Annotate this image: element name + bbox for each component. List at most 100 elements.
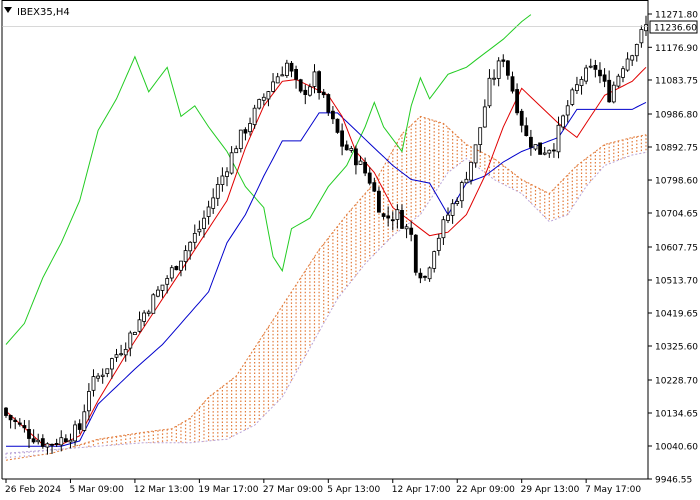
candles (4, 15, 648, 455)
candle (552, 143, 556, 158)
candle (344, 140, 349, 151)
candle-body-bull (271, 81, 276, 92)
candle (321, 88, 326, 98)
candle (96, 372, 100, 382)
candle-body-bull (151, 294, 156, 314)
candle (510, 71, 515, 94)
ichimoku-cloud (5, 115, 647, 461)
candle (501, 54, 506, 68)
candle (390, 211, 395, 231)
y-tick-label: 10986.80 (655, 111, 698, 121)
candle-body-bull (284, 62, 289, 77)
y-tick-label: 11083.75 (655, 76, 698, 86)
y-tick-label: 9946.55 (655, 476, 692, 486)
candle-body-bull (432, 251, 437, 269)
candle (68, 433, 73, 449)
candle-body-bear (386, 215, 391, 219)
candle-body-bear (538, 142, 542, 155)
candle-body-bear (8, 414, 13, 421)
candle-body-bull (570, 89, 575, 105)
y-tick-label: 11271.80 (655, 11, 698, 21)
candle (238, 129, 243, 153)
candle-body-bull (132, 331, 137, 335)
candle (183, 245, 188, 271)
candle-body-bull (110, 358, 114, 370)
candle (275, 72, 280, 84)
candle-body-bull (547, 149, 552, 154)
senkou-span-a-line (5, 115, 647, 461)
candle-body-bear (390, 219, 395, 222)
candle-body-bull (275, 76, 280, 84)
candle (459, 180, 464, 208)
candle (487, 69, 492, 109)
candle-body-bear (409, 227, 414, 235)
candle (105, 368, 110, 378)
candle-body-bear (367, 172, 372, 184)
candle-body-bear (335, 118, 340, 133)
candle (289, 61, 294, 78)
candle-body-bull (266, 91, 271, 100)
candle (464, 171, 469, 184)
candle-body-bear (519, 110, 524, 126)
candle (340, 123, 345, 156)
candle (155, 286, 160, 298)
candle (455, 197, 460, 206)
candle (446, 207, 450, 224)
candle (160, 284, 165, 298)
y-tick-label: 10704.65 (655, 210, 698, 220)
candle-body-bull (579, 79, 584, 87)
candle-body-bear (50, 443, 54, 446)
candle-body-bull (478, 127, 483, 145)
candle-body-bull (183, 250, 188, 263)
candle-body-bull (220, 175, 225, 186)
candle-body-bull (229, 152, 234, 174)
candle-body-bull (252, 107, 257, 125)
candle (137, 311, 142, 333)
y-tick-label: 10040.60 (655, 443, 698, 453)
candle (542, 146, 547, 156)
x-axis-ticks: 26 Feb 2024 5 Mar 09:00 12 Mar 13:00 19 Mar… (5, 479, 641, 495)
candle-body-bull (625, 58, 630, 71)
candle-body-bull (446, 214, 450, 221)
candle (100, 368, 105, 384)
candle-body-bull (441, 219, 446, 239)
candle (271, 73, 276, 93)
candle-body-bear (174, 265, 179, 271)
candle (82, 404, 87, 432)
candle-body-bull (192, 232, 197, 243)
candle-body-bull (234, 148, 239, 154)
candle (114, 348, 119, 362)
axes (1, 0, 649, 480)
candle-body-bull (482, 106, 487, 128)
candle-body-bear (413, 234, 418, 273)
candle-body-bull (45, 443, 50, 448)
x-tick-label: 27 Mar 09:00 (263, 485, 323, 495)
candle-body-bear (376, 190, 381, 213)
candle (588, 58, 593, 69)
candle-body-bull (436, 237, 441, 251)
candle-body-bull (87, 391, 91, 412)
candle (533, 144, 538, 151)
candle-body-bull (68, 439, 73, 443)
candle-body-bear (317, 71, 322, 93)
collapse-triangle-icon[interactable] (4, 7, 12, 13)
x-tick-label: 7 May 17:00 (585, 485, 641, 495)
candle-body-bear (27, 428, 31, 439)
chart-window: 11271.80 11176.90 11083.75 10986.80 10892.75… (0, 0, 700, 500)
candle-body-bull (155, 289, 160, 297)
candle-body-bear (505, 60, 510, 76)
ichimoku-chart: 11271.80 11176.90 11083.75 10986.80 10892.75… (1, 0, 698, 495)
candle-body-bear (501, 59, 506, 62)
candle-body-bear (372, 182, 377, 192)
x-tick-label: 22 Apr 09:00 (456, 485, 515, 495)
candle-body-bull (73, 424, 77, 442)
candle-body-bull (137, 319, 142, 332)
candle-body-bull (165, 278, 170, 285)
y-tick-label: 10607.75 (655, 244, 698, 254)
candle (538, 142, 542, 155)
candle (298, 78, 303, 94)
x-tick-label: 29 Apr 13:00 (521, 485, 580, 495)
candle-body-bear (607, 79, 612, 103)
candle (441, 216, 446, 245)
candle-body-bear (298, 79, 303, 92)
